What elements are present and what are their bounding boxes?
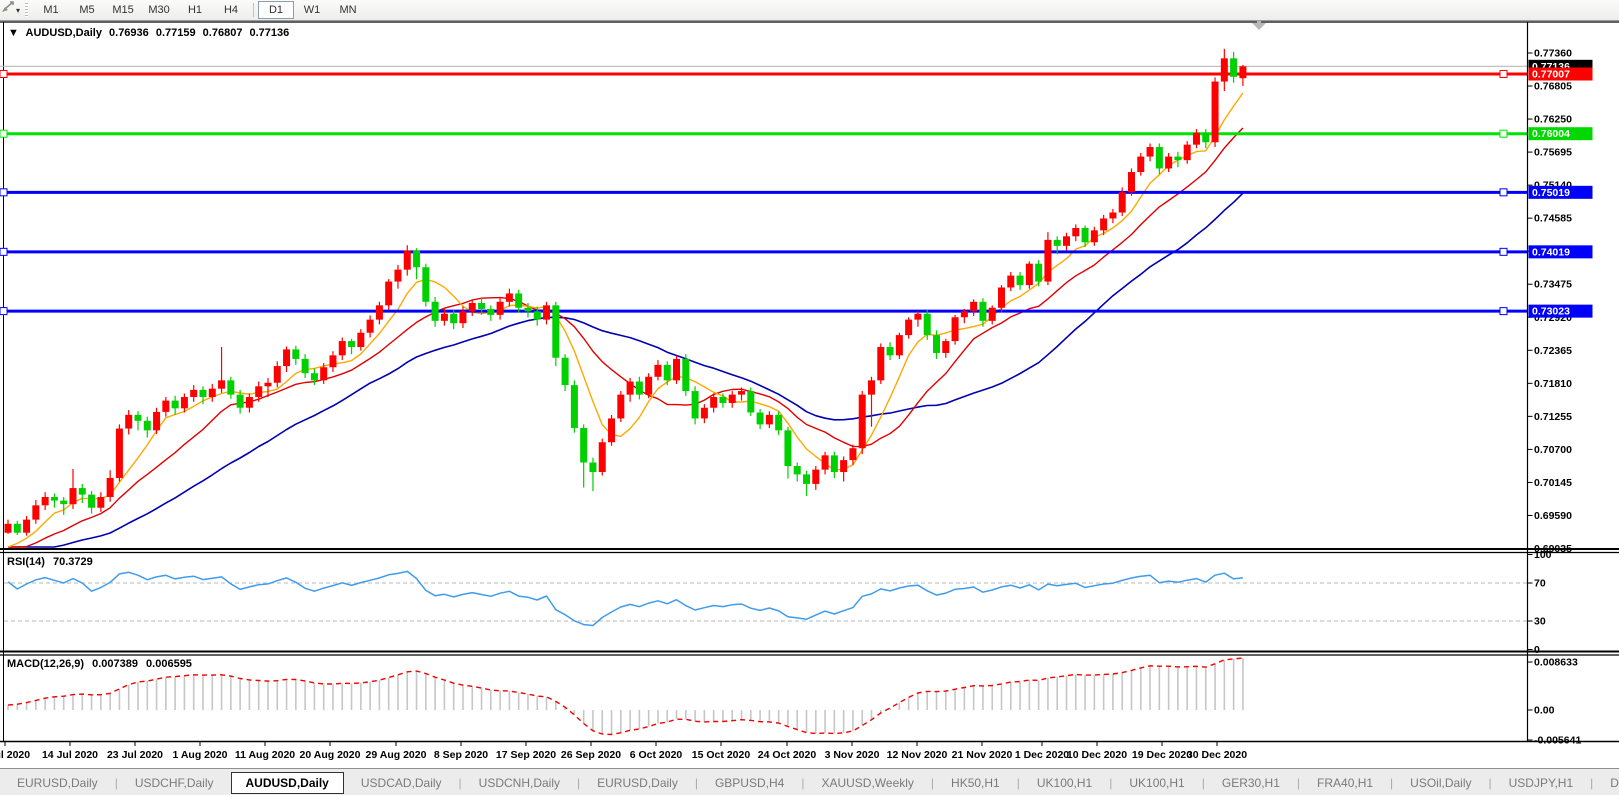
rsi-name: RSI(14) [7,556,45,568]
svg-text:14 Jul 2020: 14 Jul 2020 [42,749,98,761]
chart-ohlc-title: ▼ AUDUSD,Daily 0.76936 0.77159 0.76807 0… [8,27,293,39]
svg-text:0.69590: 0.69590 [1534,510,1572,522]
svg-text:0.75695: 0.75695 [1534,147,1572,159]
close-value: 0.77136 [250,27,290,39]
chart-tab-audusd-daily[interactable]: AUDUSD,Daily [231,772,344,794]
timeframe-button-h1[interactable]: H1 [177,1,213,19]
svg-text:0.75019: 0.75019 [1532,187,1570,199]
svg-text:0.76004: 0.76004 [1532,128,1570,140]
chart-tab-usdjpy-h1[interactable]: USDJPY,H1 [1492,772,1590,794]
svg-text:11 Aug 2020: 11 Aug 2020 [235,749,295,761]
macd-main-value: 0.007389 [92,658,138,670]
svg-text:0.73023: 0.73023 [1532,306,1570,318]
svg-text:1 Aug 2020: 1 Aug 2020 [172,749,227,761]
svg-text:0.72365: 0.72365 [1534,345,1572,357]
svg-text:8 Sep 2020: 8 Sep 2020 [434,749,488,761]
svg-text:30 Dec 2020: 30 Dec 2020 [1187,749,1247,761]
svg-text:0.74019: 0.74019 [1532,246,1570,258]
chart-tab-eurusd-daily[interactable]: EURUSD,Daily [580,772,695,794]
svg-text:15 Oct 2020: 15 Oct 2020 [692,749,751,761]
svg-text:0.71810: 0.71810 [1534,378,1572,390]
svg-text:0.77007: 0.77007 [1532,69,1570,81]
chart-tab-usdcad-daily[interactable]: USDCAD,Daily [344,772,459,794]
macd-label: MACD(12,26,9) 0.007389 0.006595 [7,658,197,670]
svg-text:0.70145: 0.70145 [1534,477,1572,489]
svg-text:0.73475: 0.73475 [1534,279,1572,291]
symbol-label: AUDUSD,Daily [26,27,102,39]
timeframe-button-m15[interactable]: M15 [105,1,141,19]
timeframe-toolbar: ▾ M1M5M15M30H1H4 D1W1MN [0,0,1619,21]
macd-signal-value: 0.006595 [146,658,192,670]
svg-text:6 Oct 2020: 6 Oct 2020 [630,749,683,761]
timeframe-button-m5[interactable]: M5 [69,1,105,19]
pan-cursor-icon[interactable] [0,2,16,18]
svg-text:0.70700: 0.70700 [1534,444,1572,456]
timeframe-button-d1[interactable]: D1 [258,1,294,19]
chart-tab-ger30-h1[interactable]: GER30,H1 [1205,772,1297,794]
collapse-triangle-icon[interactable]: ▼ [8,27,19,39]
chart-tab-eurusd-daily[interactable]: EURUSD,Daily [0,772,115,794]
rsi-label: RSI(14) 70.3729 [7,556,98,568]
svg-text:100: 100 [1534,549,1552,561]
low-value: 0.76807 [203,27,243,39]
svg-text:23 Jul 2020: 23 Jul 2020 [107,749,163,761]
svg-text:20 Aug 2020: 20 Aug 2020 [300,749,361,761]
svg-text:17 Sep 2020: 17 Sep 2020 [496,749,556,761]
chart-tab-dj30-daily[interactable]: DJ30,Daily [1593,772,1619,794]
svg-text:21 Nov 2020: 21 Nov 2020 [952,749,1013,761]
svg-text:0: 0 [1534,644,1540,656]
svg-text:0.76805: 0.76805 [1534,81,1572,93]
svg-text:10 Dec 2020: 10 Dec 2020 [1067,749,1127,761]
svg-text:70: 70 [1534,578,1546,590]
timeframe-button-h4[interactable]: H4 [213,1,249,19]
svg-text:24 Oct 2020: 24 Oct 2020 [758,749,817,761]
timeframe-button-m30[interactable]: M30 [141,1,177,19]
chart-tab-uk100-h1[interactable]: UK100,H1 [1112,772,1201,794]
chart-tab-usdcnh-daily[interactable]: USDCNH,Daily [462,772,577,794]
svg-text:1 Dec 2020: 1 Dec 2020 [1015,749,1069,761]
toolbar-grip[interactable] [25,3,28,17]
svg-text:0.00: 0.00 [1534,705,1555,717]
mt4-window: 0.773600.768050.762500.756950.751400.745… [0,0,1619,795]
svg-text:19 Dec 2020: 19 Dec 2020 [1132,749,1192,761]
timeframe-button-w1[interactable]: W1 [294,1,330,19]
high-value: 0.77159 [156,27,196,39]
svg-text:26 Sep 2020: 26 Sep 2020 [561,749,621,761]
chart-tab-uk100-h1[interactable]: UK100,H1 [1020,772,1109,794]
open-value: 0.76936 [109,27,149,39]
chart-tab-hk50-h1[interactable]: HK50,H1 [934,772,1017,794]
chart-tab-bar: EURUSD,Daily|USDCHF,DailyAUDUSD,DailyUSD… [0,768,1619,795]
svg-text:0.74585: 0.74585 [1534,213,1572,225]
chart-tab-fra40-h1[interactable]: FRA40,H1 [1300,772,1390,794]
svg-text:-0.005641: -0.005641 [1534,735,1581,747]
chart-canvas[interactable]: 0.773600.768050.762500.756950.751400.745… [0,0,1619,795]
svg-text:29 Aug 2020: 29 Aug 2020 [366,749,427,761]
svg-text:0.76250: 0.76250 [1534,114,1572,126]
svg-text:30: 30 [1534,616,1546,628]
svg-text:4 Jul 2020: 4 Jul 2020 [0,749,30,761]
chevron-down-icon[interactable]: ▾ [16,6,20,15]
svg-text:0.77360: 0.77360 [1534,47,1572,59]
svg-text:3 Nov 2020: 3 Nov 2020 [825,749,880,761]
chart-tab-usoil-daily[interactable]: USOil,Daily [1393,772,1488,794]
rsi-value: 70.3729 [53,556,93,568]
timeframe-button-m1[interactable]: M1 [33,1,69,19]
timeframe-buttons: M1M5M15M30H1H4 D1W1MN [33,1,366,19]
chart-tab-xauusd-weekly[interactable]: XAUUSD,Weekly [804,772,930,794]
chart-tab-gbpusd-h4[interactable]: GBPUSD,H4 [698,772,801,794]
macd-name: MACD(12,26,9) [7,658,84,670]
svg-text:12 Nov 2020: 12 Nov 2020 [887,749,948,761]
timeframe-button-mn[interactable]: MN [330,1,366,19]
chart-tab-usdchf-daily[interactable]: USDCHF,Daily [118,772,231,794]
toolbar-separator [253,3,254,17]
svg-text:0.71255: 0.71255 [1534,411,1572,423]
svg-text:0.008633: 0.008633 [1534,657,1578,669]
